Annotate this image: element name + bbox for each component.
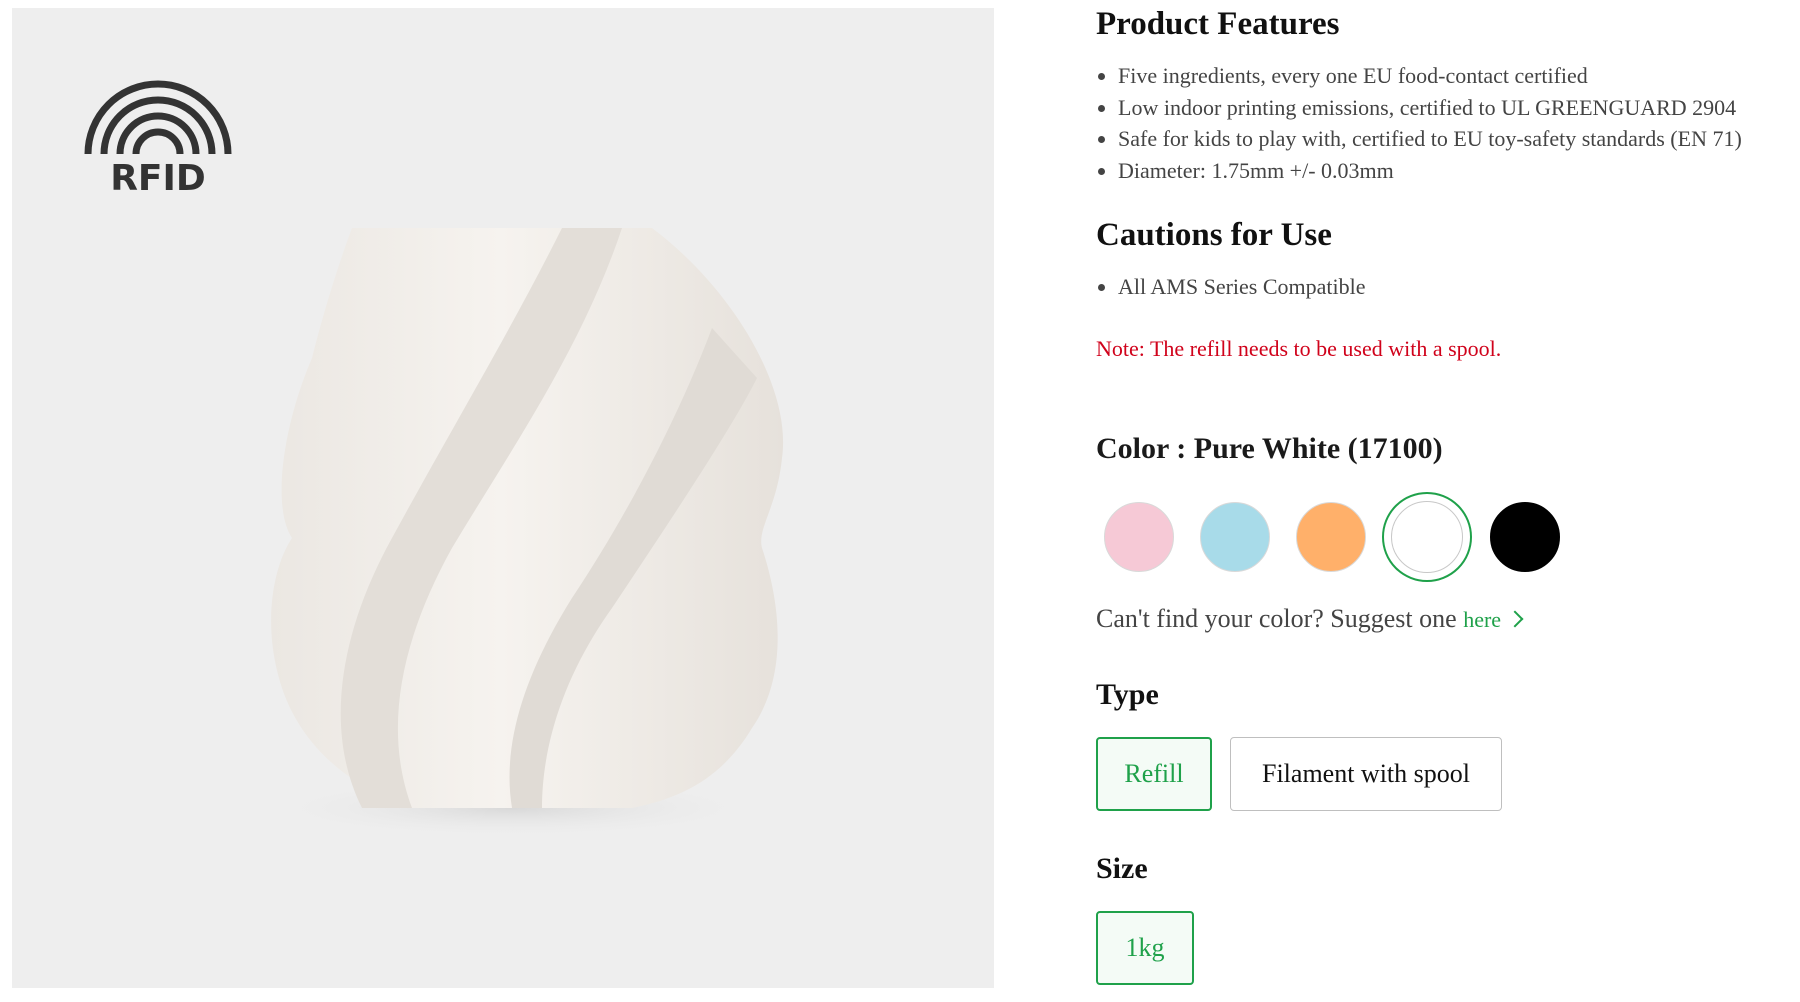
color-swatch-light-blue[interactable]: [1200, 502, 1270, 572]
size-heading: Size: [1096, 852, 1148, 885]
suggest-color-text: Can't find your color? Suggest one here: [1096, 604, 1524, 634]
type-option-refill[interactable]: Refill: [1096, 737, 1212, 811]
cautions-list: All AMS Series Compatible: [1096, 271, 1366, 303]
rfid-logo-text: RFID: [110, 158, 206, 194]
color-swatch-pink[interactable]: [1104, 502, 1174, 572]
color-swatch-pure-white-selected[interactable]: [1382, 492, 1472, 582]
refill-note: Note: The refill needs to be used with a…: [1096, 336, 1502, 361]
product-features-list: Five ingredients, every one EU food-cont…: [1096, 60, 1742, 186]
vase-product-photo: [262, 228, 784, 838]
product-image: RFID: [12, 8, 994, 988]
list-item: Low indoor printing emissions, certified…: [1096, 92, 1742, 124]
color-swatches: [1104, 492, 1584, 584]
cautions-heading: Cautions for Use: [1096, 217, 1332, 253]
type-heading: Type: [1096, 678, 1159, 711]
size-option-1kg[interactable]: 1kg: [1096, 911, 1194, 985]
color-heading: Color : Pure White (17100): [1096, 432, 1443, 465]
chevron-right-icon[interactable]: [1506, 610, 1524, 628]
type-option-filament-with-spool[interactable]: Filament with spool: [1230, 737, 1502, 811]
suggest-color-link[interactable]: here: [1463, 607, 1501, 632]
color-swatch-orange[interactable]: [1296, 502, 1366, 572]
suggest-color-label: Can't find your color? Suggest one: [1096, 604, 1464, 633]
list-item: All AMS Series Compatible: [1096, 271, 1366, 303]
list-item: Safe for kids to play with, certified to…: [1096, 123, 1742, 155]
rfid-logo: RFID: [84, 80, 232, 194]
list-item: Diameter: 1.75mm +/- 0.03mm: [1096, 155, 1742, 187]
product-features-heading: Product Features: [1096, 6, 1340, 42]
color-swatch-fill: [1391, 501, 1463, 573]
color-swatch-black[interactable]: [1490, 502, 1560, 572]
list-item: Five ingredients, every one EU food-cont…: [1096, 60, 1742, 92]
